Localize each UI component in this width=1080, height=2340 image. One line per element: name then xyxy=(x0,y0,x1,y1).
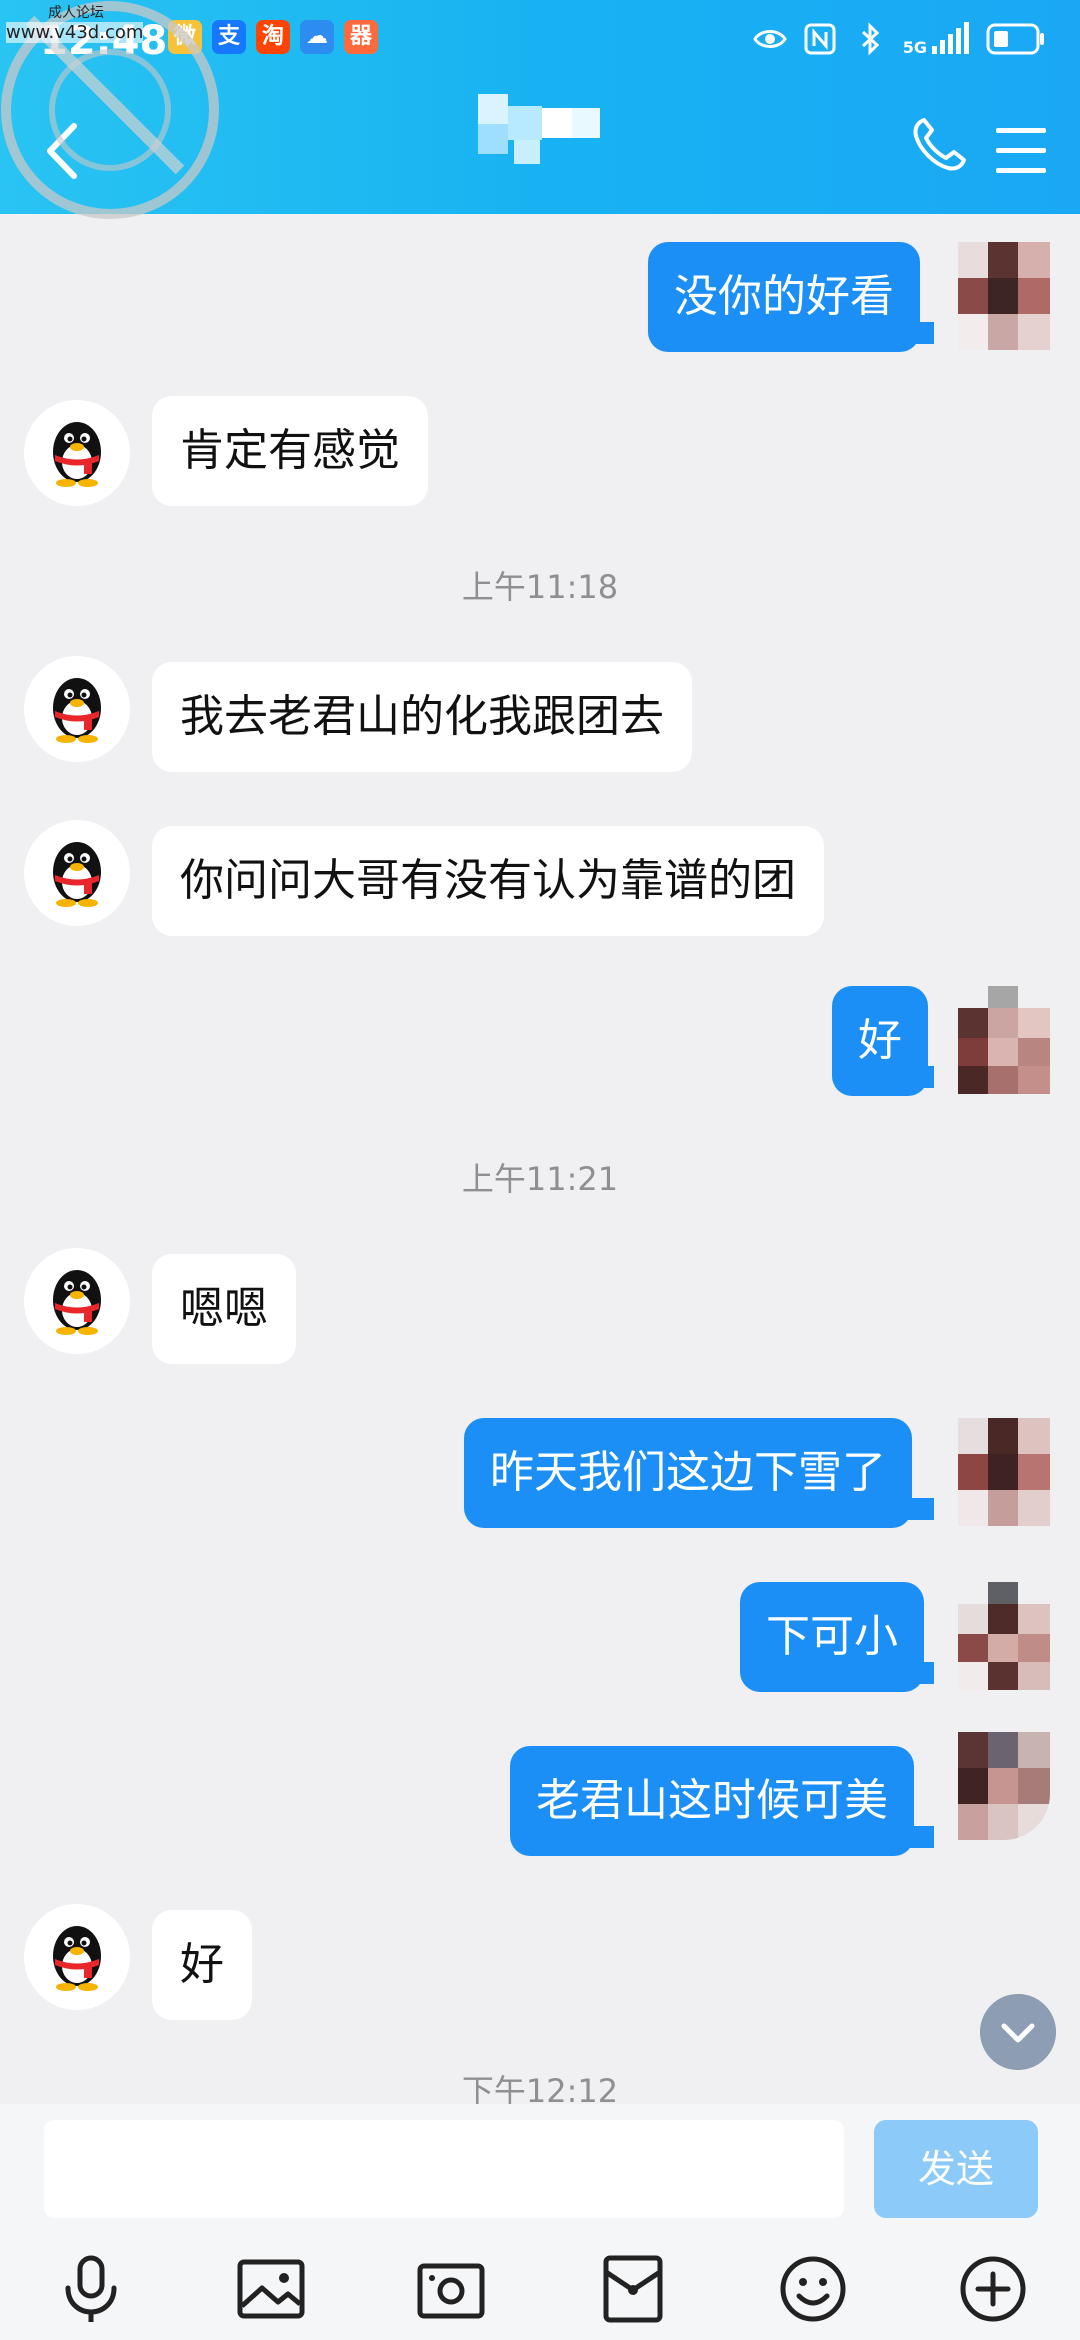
message-timestamp: 上午11:21 xyxy=(461,1160,619,1198)
phone-call-icon[interactable] xyxy=(910,116,968,174)
send-button[interactable]: 发送 xyxy=(874,2120,1038,2218)
avatar-qq-penguin[interactable] xyxy=(24,400,130,506)
message-bubble-incoming[interactable]: 你问问大哥有没有认为靠谱的团 xyxy=(152,826,824,936)
signal-bars-icon xyxy=(932,22,969,54)
message-row-incoming: 嗯嗯 xyxy=(0,1248,1080,1384)
penguin-avatar-icon xyxy=(53,678,101,743)
bubble-tail xyxy=(908,1826,934,1848)
plus-icon[interactable] xyxy=(956,2252,1030,2326)
weibo-app-icon: 微 xyxy=(168,20,202,54)
red-packet-icon[interactable] xyxy=(596,2252,670,2326)
taobao-app-icon: 淘 xyxy=(256,20,290,54)
message-bubble-outgoing[interactable]: 老君山这时候可美 xyxy=(510,1746,914,1856)
status-icons: 5G xyxy=(752,22,1046,56)
network-type-label: 5G xyxy=(902,38,927,57)
status-time: 12:48 xyxy=(40,18,168,64)
chat-screen: 12:48 微 支 淘 ☁ 器 5G 成人论坛 www.v43d.com 没你的… xyxy=(0,0,1080,2340)
message-bubble-outgoing[interactable]: 昨天我们这边下雪了 xyxy=(464,1418,912,1528)
penguin-avatar-icon xyxy=(53,842,101,907)
signal-indicator: 5G xyxy=(903,22,970,56)
avatar-self-redacted[interactable] xyxy=(958,1732,1050,1840)
bubble-tail xyxy=(908,1498,934,1520)
message-row-incoming: 肯定有感觉 xyxy=(0,396,1080,526)
message-timestamp: 下午12:12 xyxy=(461,2072,619,2104)
image-icon[interactable] xyxy=(234,2252,308,2326)
eye-icon xyxy=(752,30,787,48)
penguin-avatar-icon xyxy=(53,1270,101,1335)
penguin-avatar-icon xyxy=(53,1926,101,1991)
avatar-self-redacted[interactable] xyxy=(958,986,1050,1094)
message-bubble-incoming[interactable]: 我去老君山的化我跟团去 xyxy=(152,662,692,772)
notification-app-icons: 微 支 淘 ☁ 器 xyxy=(168,20,378,54)
message-row-outgoing: 老君山这时候可美 xyxy=(0,1732,1080,1876)
message-row-incoming: 你问问大哥有没有认为靠谱的团 xyxy=(0,820,1080,956)
emoji-icon[interactable] xyxy=(776,2252,850,2326)
scroll-to-bottom-button[interactable] xyxy=(980,1994,1056,2070)
input-bar: 发送 xyxy=(0,2104,1080,2340)
meituan-app-icon: 器 xyxy=(344,20,378,54)
camera-icon[interactable] xyxy=(414,2252,488,2326)
message-list[interactable]: 没你的好看 肯定有感觉 上午11:18 我去老君山的化我跟团去 你问问大哥有没有… xyxy=(0,214,1080,2104)
microphone-icon[interactable] xyxy=(54,2252,128,2326)
bubble-tail xyxy=(908,322,934,344)
contact-name-redacted xyxy=(478,94,600,164)
status-bar: 12:48 微 支 淘 ☁ 器 5G xyxy=(0,14,1080,74)
message-row-incoming: 我去老君山的化我跟团去 xyxy=(0,656,1080,792)
message-row-outgoing: 下可小 xyxy=(0,1582,1080,1712)
avatar-qq-penguin[interactable] xyxy=(24,1248,130,1354)
message-bubble-incoming[interactable]: 好 xyxy=(152,1910,252,2020)
avatar-qq-penguin[interactable] xyxy=(24,820,130,926)
avatar-self-redacted[interactable] xyxy=(958,1582,1050,1690)
weather-app-icon: ☁ xyxy=(300,20,334,54)
alipay-app-icon: 支 xyxy=(212,20,246,54)
battery-icon xyxy=(986,23,1044,55)
nfc-icon xyxy=(804,23,836,55)
message-input[interactable] xyxy=(44,2120,844,2218)
bubble-tail xyxy=(908,1662,934,1684)
avatar-self-redacted[interactable] xyxy=(958,242,1050,350)
message-bubble-outgoing[interactable]: 下可小 xyxy=(740,1582,924,1692)
message-bubble-incoming[interactable]: 肯定有感觉 xyxy=(152,396,428,506)
avatar-qq-penguin[interactable] xyxy=(24,1904,130,2010)
message-row-outgoing: 昨天我们这边下雪了 xyxy=(0,1418,1080,1548)
message-bubble-incoming[interactable]: 嗯嗯 xyxy=(152,1254,296,1364)
bluetooth-icon xyxy=(861,22,879,56)
avatar-self-redacted[interactable] xyxy=(958,1418,1050,1526)
message-bubble-outgoing[interactable]: 没你的好看 xyxy=(648,242,920,352)
message-row-outgoing: 好 xyxy=(0,986,1080,1116)
message-row-outgoing: 没你的好看 xyxy=(0,234,1080,364)
message-timestamp: 上午11:18 xyxy=(461,568,619,606)
avatar-qq-penguin[interactable] xyxy=(24,656,130,762)
penguin-avatar-icon xyxy=(53,422,101,487)
back-button[interactable] xyxy=(30,116,100,186)
bubble-tail xyxy=(908,1066,934,1088)
message-row-incoming: 好 xyxy=(0,1904,1080,2040)
menu-icon[interactable] xyxy=(990,124,1050,178)
chat-header: 12:48 微 支 淘 ☁ 器 5G xyxy=(0,0,1080,214)
